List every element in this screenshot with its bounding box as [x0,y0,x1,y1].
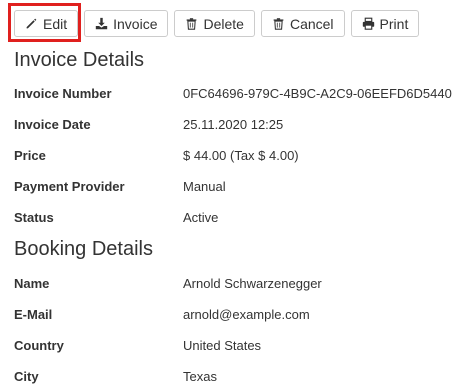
field-label: Payment Provider [14,179,125,194]
print-button[interactable]: Print [350,10,420,37]
field-label: Invoice Date [14,117,91,132]
action-toolbar: Edit Invoice Delete Cancel Print [14,10,420,38]
field-value: $ 44.00 (Tax $ 4.00) [183,148,299,163]
invoice-button[interactable]: Invoice [84,10,169,37]
cancel-button[interactable]: Cancel [260,10,345,37]
delete-button-label: Delete [203,15,244,32]
trash-icon [185,17,198,30]
pencil-icon [25,17,38,30]
delete-button[interactable]: Delete [174,10,255,37]
field-label: City [14,369,39,384]
field-value: Active [183,210,219,225]
field-label: E-Mail [14,307,53,322]
field-label: Price [14,148,46,163]
field-label: Country [14,338,64,353]
field-label: Status [14,210,54,225]
trash-icon [272,17,285,30]
printer-icon [362,17,375,30]
field-value: arnold@example.com [183,307,310,322]
invoice-button-label: Invoice [113,15,158,32]
cancel-button-label: Cancel [289,15,334,32]
edit-button[interactable]: Edit [14,10,79,37]
download-icon [95,17,108,30]
edit-button-label: Edit [43,15,68,32]
field-value: Manual [183,179,226,194]
field-label: Name [14,276,50,291]
field-label: Invoice Number [14,86,112,101]
print-button-label: Print [379,15,409,32]
invoice-details-heading: Invoice Details [14,49,145,71]
field-value: United States [183,338,262,353]
field-value: Arnold Schwarzenegger [183,276,322,291]
booking-details-heading: Booking Details [14,238,153,260]
field-value: 0FC64696-979C-4B9C-A2C9-06EEFD6D5440 [183,86,452,101]
field-value: 25.11.2020 12:25 [183,117,284,132]
field-value: Texas [183,369,217,384]
